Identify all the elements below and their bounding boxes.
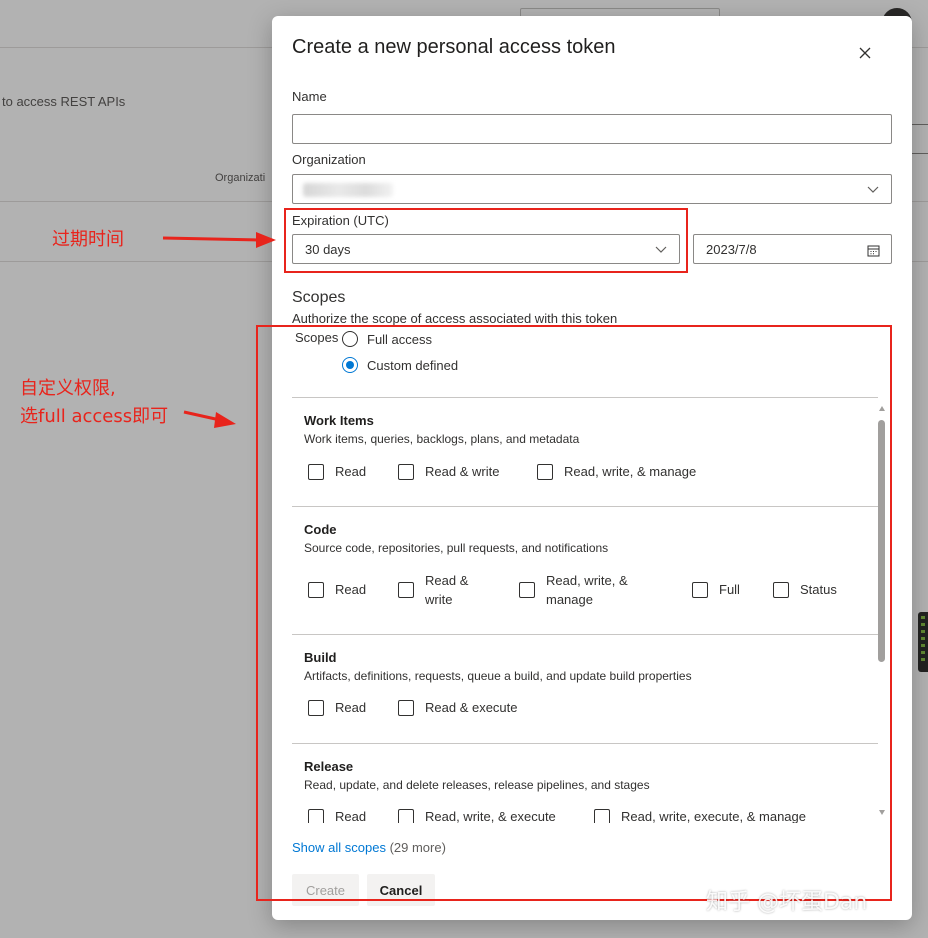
scopes-heading: Scopes (292, 289, 346, 306)
annotation-expiration-note: 过期时间 (52, 229, 124, 250)
expiration-date-picker[interactable]: 2023/7/8 (693, 234, 892, 264)
organization-select[interactable] (292, 174, 892, 204)
watermark: 知乎 @坏蛋Dan (706, 890, 868, 915)
chevron-down-icon (865, 182, 881, 198)
organization-value-redacted (303, 183, 393, 197)
name-label: Name (292, 89, 327, 104)
annotation-scope-note-line2: 选full access即可 (20, 406, 169, 427)
annotation-box-expiration (284, 208, 688, 273)
scopes-subtitle: Authorize the scope of access associated… (292, 311, 618, 326)
close-icon (859, 47, 871, 59)
organization-label: Organization (292, 152, 366, 167)
expiration-date: 2023/7/8 (706, 242, 757, 257)
name-input[interactable] (292, 114, 892, 144)
annotation-box-scopes (256, 325, 892, 901)
annotation-scope-note-line1: 自定义权限, (20, 378, 116, 399)
dialog-title: Create a new personal access token (292, 36, 616, 58)
calendar-icon (865, 242, 881, 258)
close-button[interactable] (852, 40, 878, 66)
